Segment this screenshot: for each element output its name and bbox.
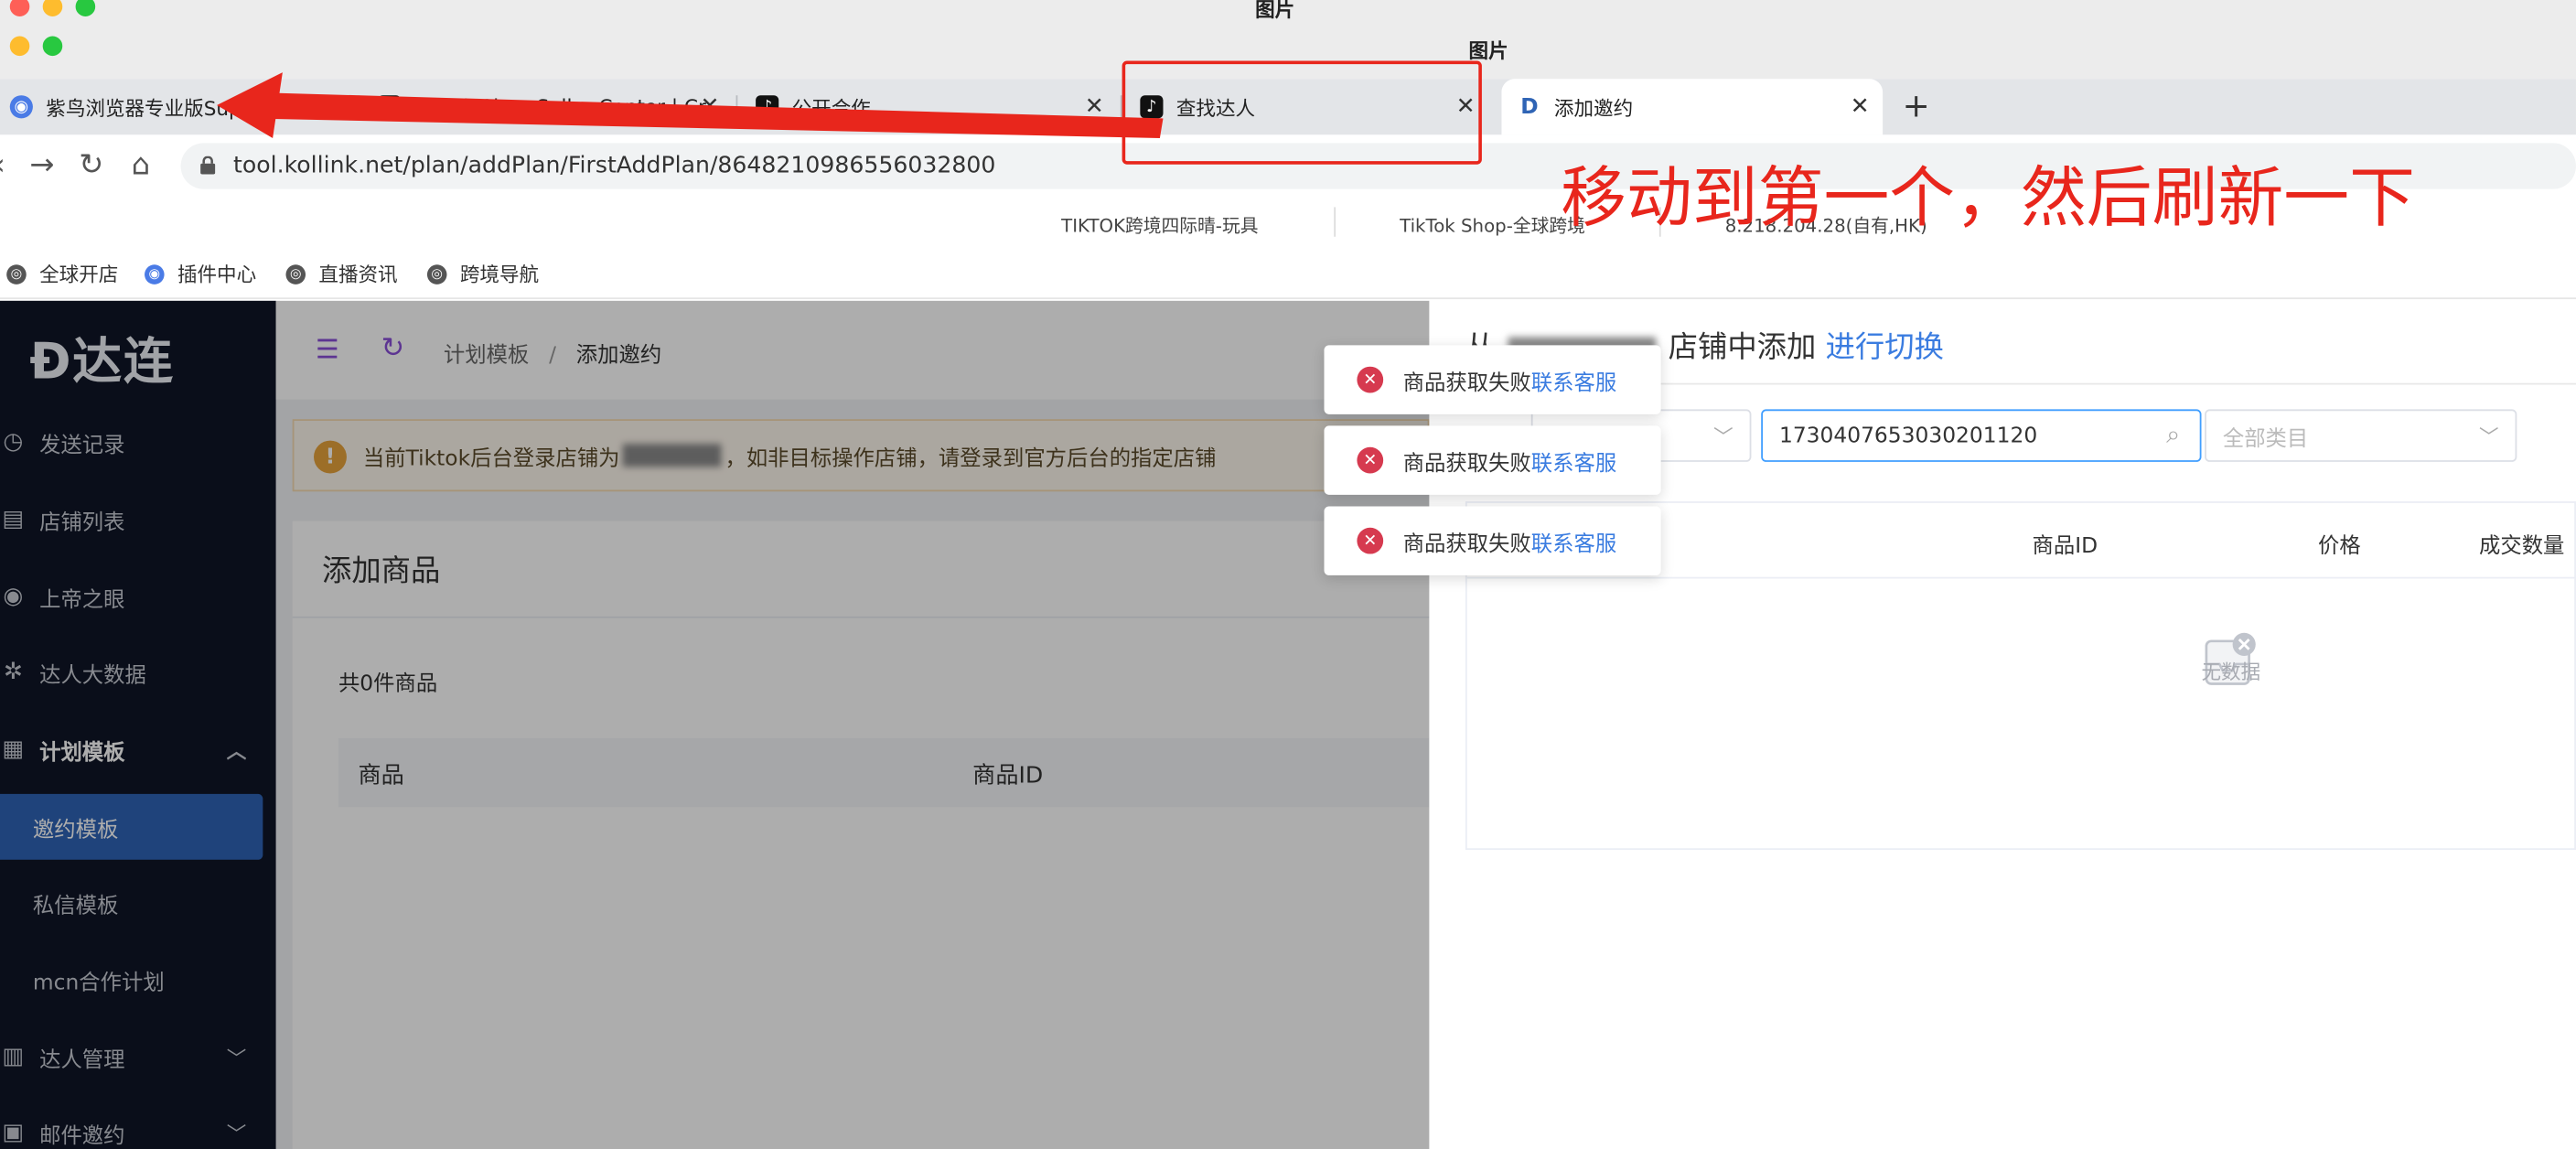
url-text: tool.kollink.net/plan/addPlan/FirstAddPl… [233,153,996,179]
profile-store: TIKTOK跨境四际晴-玩具 [1061,215,1259,237]
home-icon[interactable]: ⌂ [132,148,151,183]
error-toast: ✕ 商品获取失败 联系客服 [1324,345,1661,414]
tab-public-cooperation[interactable]: ♪ 公开合作 ✕ [739,79,1117,134]
search-value: 1730407653030201120 [1778,423,2038,448]
tiktok-icon: ♪ [378,95,402,119]
switch-store-link[interactable]: 进行切换 [1826,330,1944,365]
contact-support-link[interactable]: 联系客服 [1531,364,1616,395]
close-tab-icon[interactable]: ✕ [1851,93,1870,120]
close-window-button[interactable] [9,0,30,16]
ziniao-browser-icon: ◉ [9,95,33,119]
back-icon[interactable]: ‹ [0,148,5,183]
bookmark-live-news[interactable]: ◎ 直播资讯 [285,260,398,288]
tab-separator [735,95,738,119]
modal-overlay[interactable] [0,300,1430,1149]
window-title: 图片 [1255,0,1295,22]
bookmark-cross-border-nav[interactable]: ◎ 跨境导航 [426,260,540,288]
lock-icon [200,156,216,175]
category-placeholder: 全部类目 [2222,426,2309,452]
toast-text: 商品获取失败 [1402,451,1531,477]
bookmark-label: 插件中心 [177,263,257,286]
bookmark-label: 直播资讯 [318,263,398,286]
profile-platform: TikTok Shop-全球跨境 [1400,215,1585,237]
new-tab-button[interactable]: + [1903,85,1930,124]
error-icon: ✕ [1357,527,1384,554]
dalian-icon: D [1520,94,1539,120]
tab-label: 紫鸟浏览器专业版SuperB [46,96,275,120]
bookmarks-bar: ◎ 全球开店 ◉ 插件中心 ◎ 直播资讯 ◎ 跨境导航 [0,246,2576,300]
drawer-title-suffix: 店铺中添加 [1668,330,1817,365]
reload-icon[interactable]: ↻ [79,148,103,183]
plugin-icon: ◉ [145,263,165,284]
column-product-id: 商品ID [2032,533,2098,559]
globe-icon: ◎ [6,263,27,284]
chevron-down-icon: ﹀ [1713,425,1733,449]
column-price: 价格 [2318,533,2361,559]
tab-label: 公开合作 [791,96,871,120]
tiktok-icon: ♪ [756,95,779,119]
globe-icon: ◎ [285,263,306,284]
search-icon[interactable]: ⌕ [2166,419,2180,448]
bookmark-global-store[interactable]: ◎ 全球开店 [6,260,118,288]
tab-label: TikTok Shop Seller Center | Cr [413,95,706,119]
toast-text: 商品获取失败 [1402,532,1531,557]
minimize-window-button-inner[interactable] [9,36,30,57]
close-tab-icon[interactable]: ✕ [1085,93,1104,120]
bookmark-plugin-center[interactable]: ◉ 插件中心 [145,260,256,288]
empty-text: 无数据 [2201,660,2261,684]
contact-support-link[interactable]: 联系客服 [1531,525,1616,556]
annotation-highlight-box [1122,60,1482,165]
zoom-window-button[interactable] [75,0,96,16]
error-toast: ✕ 商品获取失败 联系客服 [1324,506,1661,575]
bookmark-label: 跨境导航 [459,263,540,286]
tab-add-invitation[interactable]: D 添加邀约 ✕ [1501,79,1884,135]
tab-seller-center[interactable]: ♪ TikTok Shop Seller Center | Cr ✕ [361,79,733,134]
zoom-window-button-inner[interactable] [42,36,63,57]
tab-separator [358,95,360,119]
error-icon: ✕ [1357,446,1384,474]
column-sales: 成交数量 [2479,533,2565,559]
profile-separator [1334,207,1336,237]
error-icon: ✕ [1357,366,1384,393]
category-select[interactable]: 全部类目 ﹀ [2205,409,2517,462]
contact-support-link[interactable]: 联系客服 [1531,445,1616,476]
tab-ziniao[interactable]: ◉ 紫鸟浏览器专业版SuperB [0,79,359,134]
toast-text: 商品获取失败 [1402,370,1531,396]
chevron-down-icon: ﹀ [2478,425,2499,449]
globe-icon: ◎ [426,263,447,284]
close-tab-icon[interactable]: ✕ [701,93,720,120]
forward-icon[interactable]: → [29,148,54,183]
annotation-text: 移动到第一个，然后刷新一下 [1561,161,2415,237]
tab-label: 添加邀约 [1553,96,1634,120]
minimize-window-button[interactable] [42,0,63,16]
screenshot-stage: 图片 图片 ◉ 紫鸟浏览器专业版SuperB ♪ TikTok Shop Sel… [0,0,2576,1149]
product-id-search-input[interactable]: 1730407653030201120 ⌕ [1761,409,2202,462]
bookmark-label: 全球开店 [39,263,119,286]
error-toast: ✕ 商品获取失败 联系客服 [1324,425,1661,495]
window-title-secondary: 图片 [1468,39,1508,63]
